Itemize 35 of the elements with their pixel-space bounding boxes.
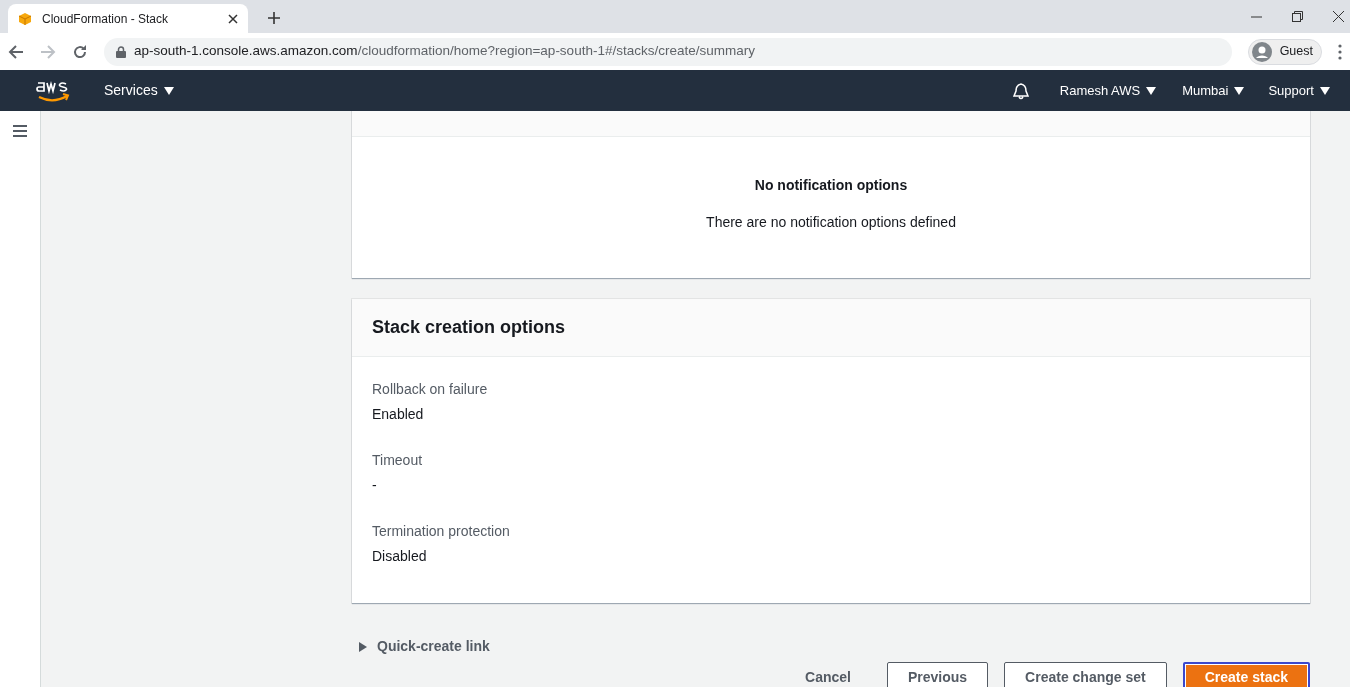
expander-link[interactable]: Quick-create link (352, 636, 496, 657)
cancel-link[interactable]: Cancel (785, 662, 871, 687)
restore-icon[interactable] (1292, 11, 1303, 22)
close-icon[interactable] (228, 13, 238, 24)
secondary-button[interactable]: Create change set (1004, 662, 1167, 687)
field-label: Rollback on failure (372, 381, 488, 397)
secondary-button[interactable]: Previous (886, 662, 989, 687)
field-label: Termination protection (372, 523, 510, 539)
cube-icon (18, 11, 32, 26)
empty-title: No notification options (754, 176, 908, 195)
avatar-icon (1251, 41, 1272, 62)
field-label: Timeout (372, 452, 423, 468)
support-menu[interactable]: Support (1268, 80, 1330, 101)
back-icon[interactable] (8, 43, 24, 60)
section-title: Stack creation options (372, 316, 566, 339)
field-value: - (372, 477, 377, 493)
url-text: ap-south-1.console.aws.amazon.com/cloudformation/home?region=ap-south-1#/stacks/create/summary (134, 42, 755, 61)
region-menu[interactable]: Mumbai (1182, 80, 1245, 101)
caret-icon (358, 641, 367, 652)
account-menu[interactable]: Ramesh AWS (1059, 80, 1157, 101)
field-value: Disabled (372, 548, 427, 564)
bell-icon[interactable] (1011, 81, 1030, 100)
profile-button[interactable]: Guest (1247, 38, 1322, 65)
new-tab-icon[interactable] (268, 12, 280, 24)
menu-icon[interactable] (13, 125, 27, 137)
empty-text: There are no notification options defined (706, 214, 956, 230)
reload-icon[interactable] (72, 43, 88, 60)
tab-title: CloudFormation - Stack (42, 10, 170, 28)
browser-tab[interactable]: CloudFormation - Stack (8, 4, 248, 33)
services-menu[interactable]: Services (104, 80, 174, 101)
more-icon[interactable] (1338, 43, 1342, 60)
lock-icon (116, 45, 126, 58)
close-icon[interactable] (1333, 11, 1344, 22)
address-bar[interactable]: ap-south-1.console.aws.amazon.com/cloudformation/home?region=ap-south-1#/stacks/create/summary (104, 37, 1232, 66)
field-value: Enabled (372, 406, 424, 422)
